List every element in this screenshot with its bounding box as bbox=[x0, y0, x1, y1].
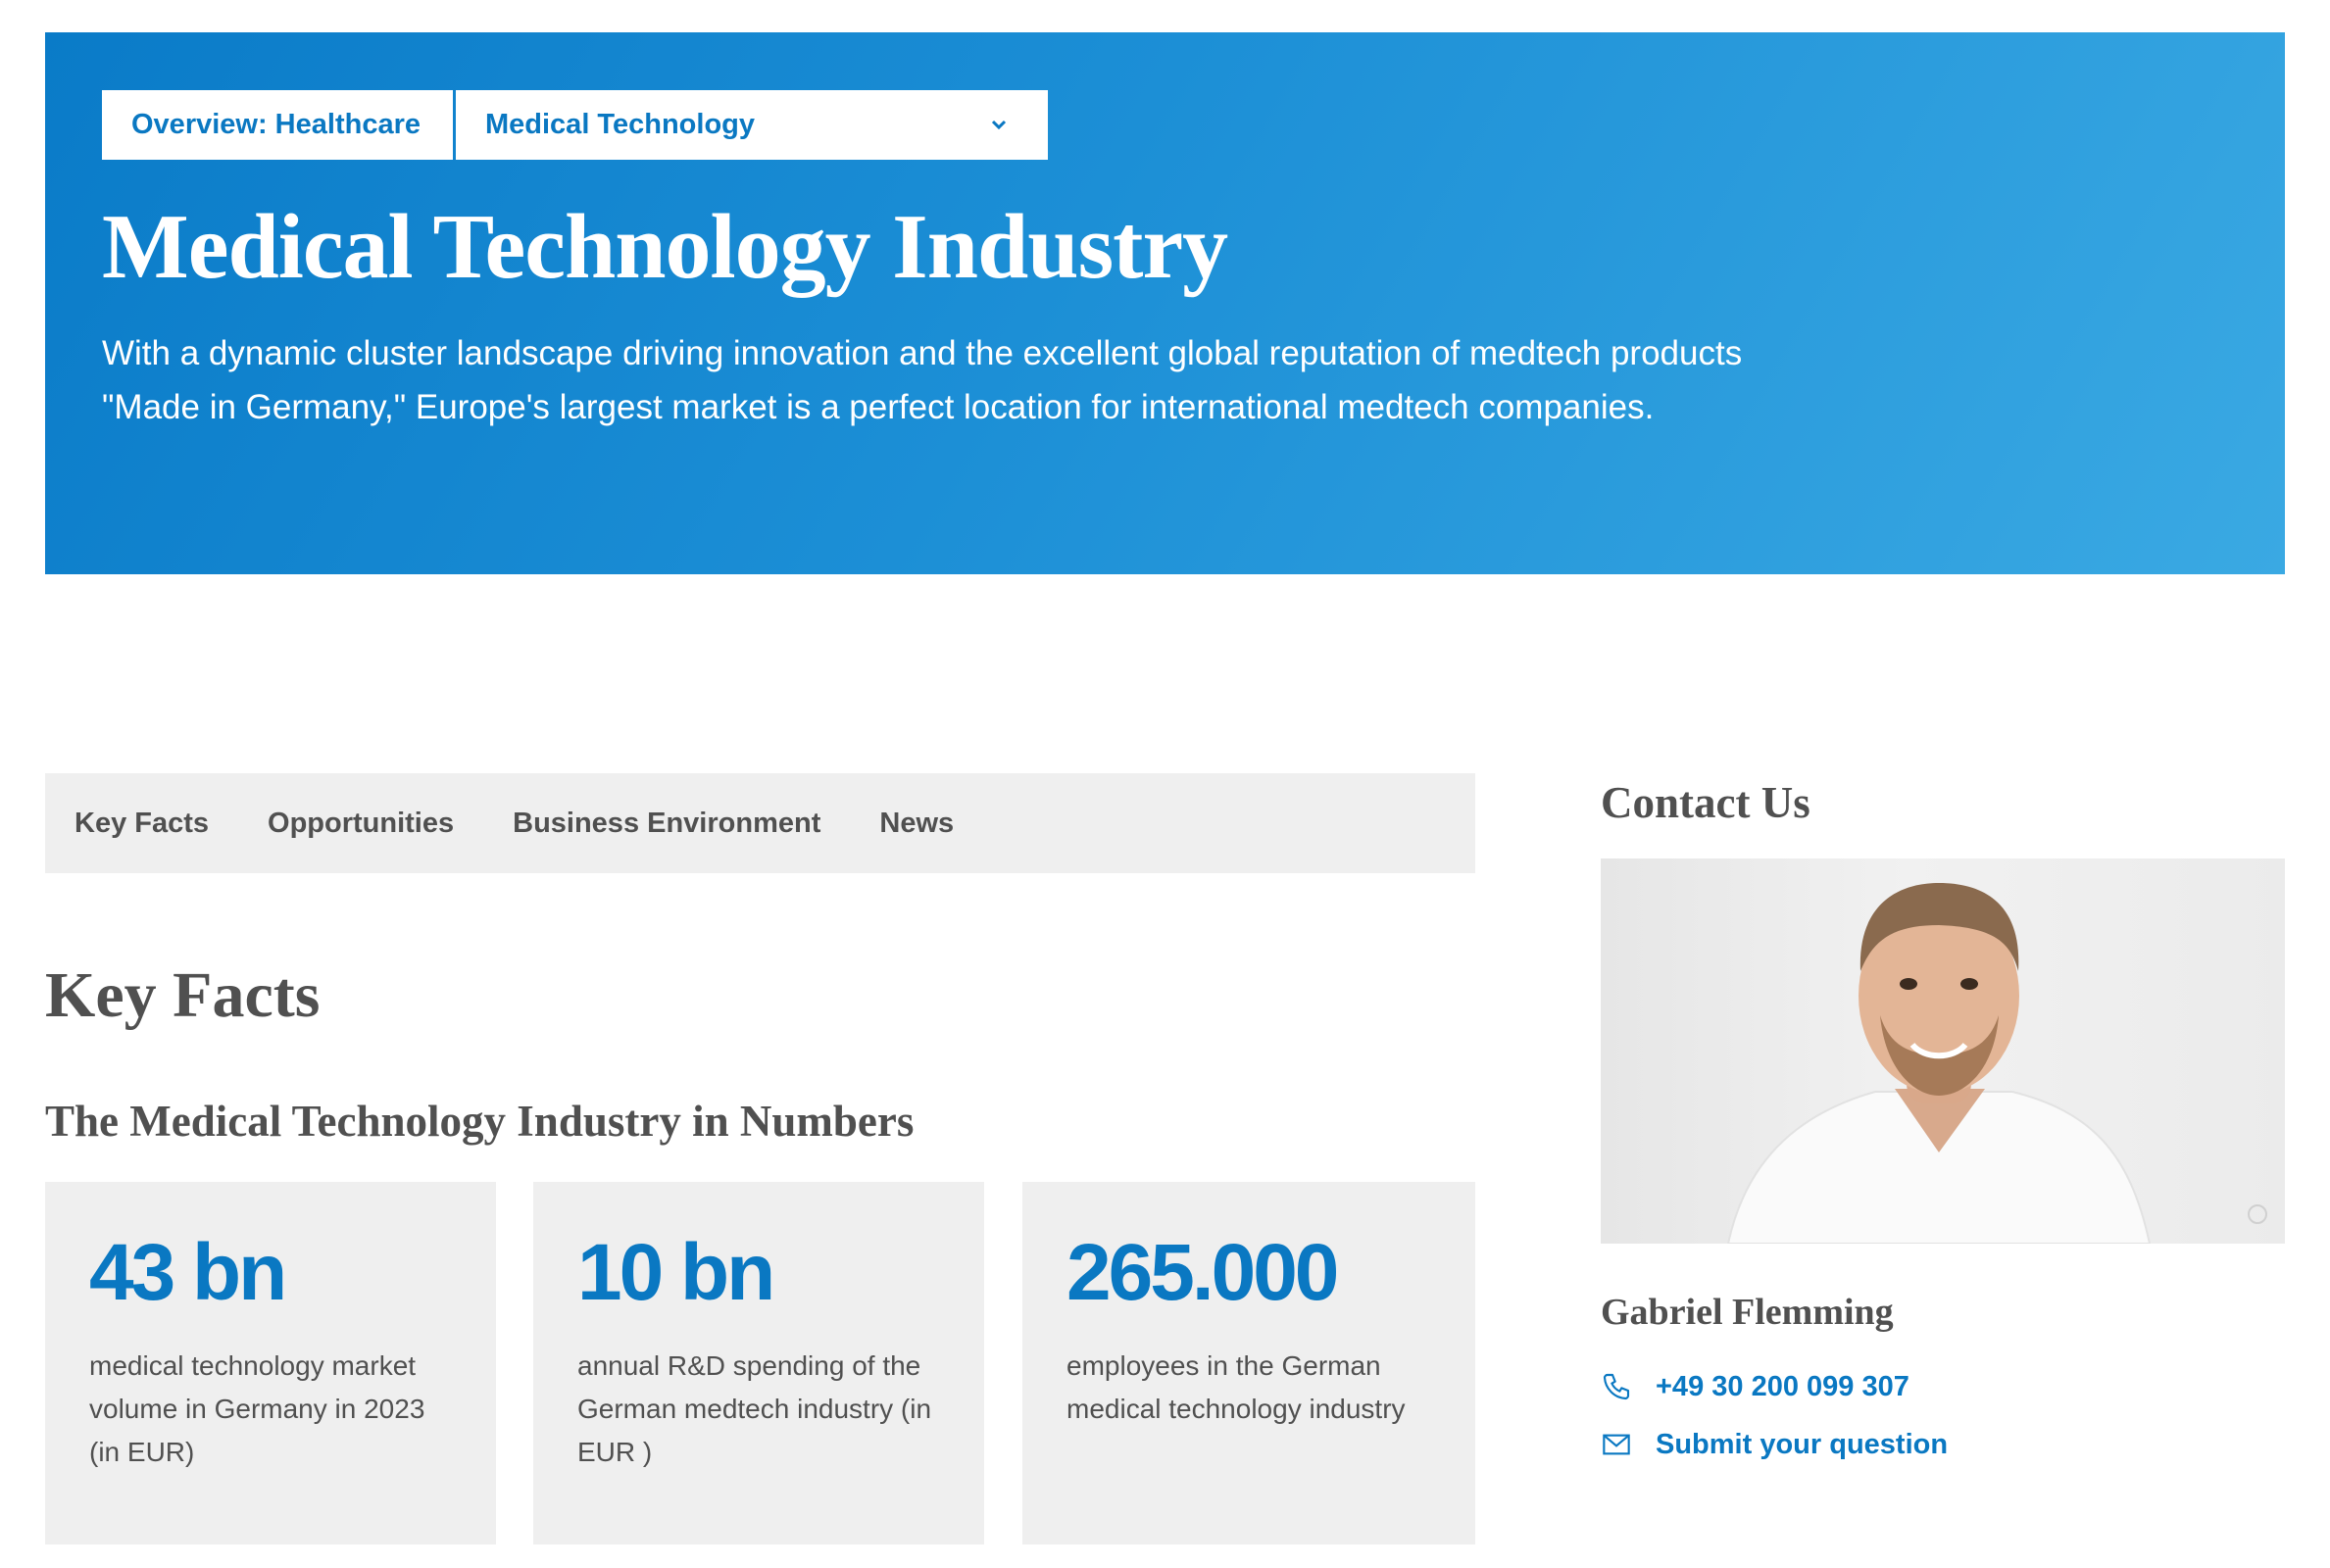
stat-value: 43 bn bbox=[89, 1228, 287, 1317]
submit-question-link[interactable]: Submit your question bbox=[1601, 1428, 1948, 1461]
page-title: Medical Technology Industry bbox=[102, 196, 1228, 298]
contact-name: Gabriel Flemming bbox=[1601, 1292, 1894, 1333]
phone-icon bbox=[1601, 1370, 1634, 1403]
chevron-down-icon bbox=[987, 114, 1011, 137]
hero-banner: Overview: Healthcare Medical Technology … bbox=[45, 32, 2285, 574]
numbers-subheading: The Medical Technology Industry in Numbe… bbox=[45, 1097, 915, 1146]
section-nav: Key Facts Opportunities Business Environ… bbox=[45, 773, 1475, 873]
contact-phone-text: +49 30 200 099 307 bbox=[1656, 1370, 1909, 1402]
section-nav-news[interactable]: News bbox=[879, 808, 954, 840]
page-intro: With a dynamic cluster landscape driving… bbox=[102, 334, 1743, 426]
stat-label: medical technology market volume in Germ… bbox=[89, 1350, 425, 1467]
stat-card-market-volume: 43 bn medical technology market volume i… bbox=[45, 1182, 496, 1544]
stat-value: 265.000 bbox=[1066, 1228, 1339, 1317]
industry-select[interactable]: Medical Technology bbox=[456, 90, 1048, 160]
stat-label: employees in the German medical technolo… bbox=[1066, 1350, 1406, 1424]
stat-label: annual R&D spending of the German medtec… bbox=[577, 1350, 932, 1467]
breadcrumb: Overview: Healthcare Medical Technology bbox=[102, 90, 1048, 160]
section-nav-opportunities[interactable]: Opportunities bbox=[268, 808, 454, 840]
contact-heading: Contact Us bbox=[1601, 778, 1810, 827]
contact-phone-link[interactable]: +49 30 200 099 307 bbox=[1601, 1370, 1909, 1403]
contact-photo bbox=[1601, 858, 2285, 1244]
industry-select-label: Medical Technology bbox=[485, 109, 756, 140]
stat-card-rd-spending: 10 bn annual R&D spending of the German … bbox=[533, 1182, 984, 1544]
breadcrumb-overview-link[interactable]: Overview: Healthcare bbox=[102, 90, 453, 160]
section-nav-key-facts[interactable]: Key Facts bbox=[74, 808, 209, 840]
stat-value: 10 bn bbox=[577, 1228, 775, 1317]
submit-question-text: Submit your question bbox=[1656, 1428, 1949, 1460]
section-nav-business-environment[interactable]: Business Environment bbox=[513, 808, 820, 840]
breadcrumb-overview-label: Overview: Healthcare bbox=[131, 109, 421, 140]
mail-icon bbox=[1601, 1428, 1634, 1461]
key-facts-heading: Key Facts bbox=[45, 959, 321, 1031]
stat-card-employees: 265.000 employees in the German medical … bbox=[1022, 1182, 1475, 1544]
